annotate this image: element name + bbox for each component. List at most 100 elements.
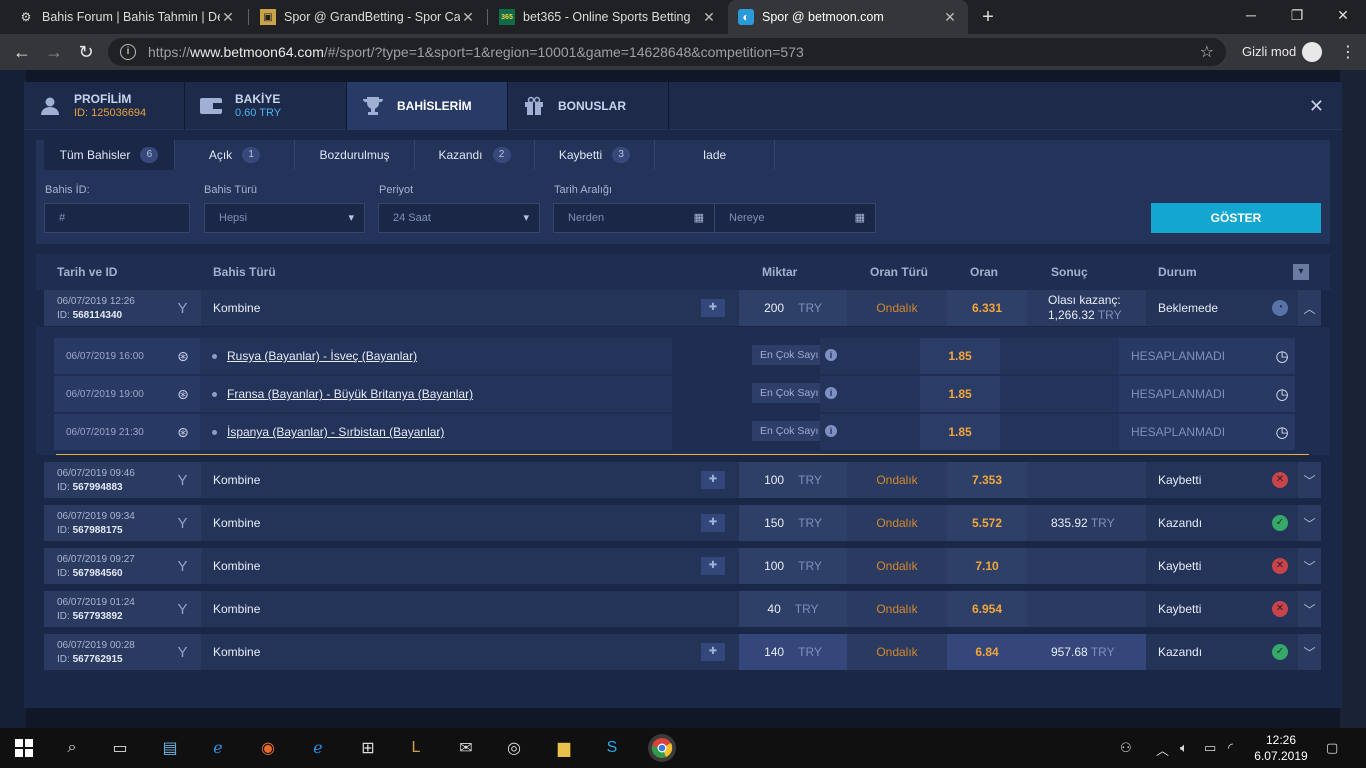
calendar-icon[interactable]: ▦ <box>855 211 865 224</box>
system-clock[interactable]: 12:26 6.07.2019 <box>1254 732 1308 764</box>
bet365-icon: 365 <box>499 9 515 25</box>
task-view-icon[interactable]: ▭ <box>108 736 132 760</box>
date-to-input[interactable]: Nereye ▦ <box>714 203 876 233</box>
my-bets-modal: PROFİLİM ID: 125036694 BAKİYE 0.60 TRY B… <box>24 82 1342 708</box>
volume-icon[interactable]: 🔈︎ <box>1180 740 1188 756</box>
close-tab-icon[interactable]: ✕ <box>701 9 717 26</box>
selection-row: 06/07/2019 16:00 ⊛ Rusya (Bayanlar) - İs… <box>54 338 1295 374</box>
show-button[interactable]: GÖSTER <box>1151 203 1321 233</box>
filter-panel: Tüm Bahisler 6 Açık 1 Bozdurulmuş Kazandı 2… <box>36 140 1330 244</box>
browser-tab-2[interactable]: ▣ Spor @ GrandBetting - Spor Canlı ✕ <box>250 0 486 34</box>
combo-bet-icon: Y <box>164 548 201 584</box>
minimize-button[interactable]: ─ <box>1228 0 1274 30</box>
bet-id-label: Bahis İD: <box>45 184 90 196</box>
gift-icon[interactable]: ✚ <box>701 643 725 661</box>
tab-my-bets[interactable]: BAHİSLERİM <box>347 82 508 130</box>
left-sidebar-strip <box>0 70 26 728</box>
app-icon[interactable]: ▤ <box>158 736 182 760</box>
tab-balance[interactable]: BAKİYE 0.60 TRY <box>185 82 347 130</box>
clock-icon: ◷ <box>1269 414 1295 450</box>
date-from-input[interactable]: Nerden ▦ <box>553 203 715 233</box>
trophy-icon <box>361 95 385 117</box>
edge-icon[interactable]: ℯ <box>306 736 330 760</box>
combo-bet-icon: Y <box>164 462 201 498</box>
chevron-down-icon[interactable]: ﹀ <box>1298 548 1321 584</box>
chevron-up-icon[interactable]: ︿ <box>1156 740 1169 759</box>
gift-icon[interactable]: ✚ <box>701 557 725 575</box>
bet-type-select[interactable]: Hepsi ▾ <box>204 203 365 233</box>
chevron-down-icon[interactable]: ﹀ <box>1298 591 1321 627</box>
table-row[interactable]: 06/07/2019 12:26 ID: 568114340 Y Kombine… <box>44 290 1321 326</box>
grandbetting-icon: ▣ <box>260 9 276 25</box>
close-tab-icon[interactable]: ✕ <box>220 9 236 26</box>
bet-id-input[interactable]: # <box>44 203 190 233</box>
subtab-open[interactable]: Açık 1 <box>175 140 295 170</box>
match-link[interactable]: İspanya (Bayanlar) - Sırbistan (Bayanlar… <box>227 425 444 439</box>
period-select[interactable]: 24 Saat ▾ <box>378 203 540 233</box>
bookmark-star-icon[interactable]: ☆ <box>1200 42 1214 62</box>
browser-menu-icon[interactable]: ⋮ <box>1340 42 1356 62</box>
table-row[interactable]: 06/07/2019 01:24 ID: 567793892 Y Kombine… <box>44 591 1321 627</box>
bets-table-header: Tarih ve ID Bahis Türü Miktar Oran Türü … <box>36 254 1330 290</box>
store-icon[interactable]: ⊞ <box>356 736 380 760</box>
close-tab-icon[interactable]: ✕ <box>460 9 476 26</box>
gift-icon[interactable]: ✚ <box>701 299 725 317</box>
notifications-icon[interactable]: ▢ <box>1326 740 1338 756</box>
table-row[interactable]: 06/07/2019 00:28 ID: 567762915 Y Kombine… <box>44 634 1321 670</box>
browser-tab-4-active[interactable]: ◐ Spor @ betmoon.com ✕ <box>728 0 968 34</box>
close-icon[interactable]: ✕ <box>1309 96 1324 117</box>
windows-start-icon[interactable] <box>12 736 36 760</box>
tab-bonuses[interactable]: BONUSLAR <box>508 82 669 130</box>
betmoon-icon: ◐ <box>738 9 754 25</box>
steam-icon[interactable]: ◎ <box>502 736 526 760</box>
clock-icon: ◷ <box>1269 376 1295 412</box>
chevron-down-icon[interactable]: ﹀ <box>1298 462 1321 498</box>
close-tab-icon[interactable]: ✕ <box>942 9 958 26</box>
new-tab-button[interactable]: + <box>978 6 998 28</box>
file-explorer-icon[interactable]: ▆ <box>552 736 576 760</box>
subtab-won[interactable]: Kazandı 2 <box>415 140 535 170</box>
info-icon[interactable]: i <box>120 44 136 60</box>
chrome-icon[interactable] <box>648 734 676 762</box>
people-icon[interactable]: ⚇ <box>1120 740 1132 756</box>
wifi-icon[interactable]: ◜ <box>1228 740 1233 756</box>
subtab-lost[interactable]: Kaybetti 3 <box>535 140 655 170</box>
search-icon[interactable]: ⌕ <box>60 736 84 760</box>
browser-tab-1[interactable]: ⚙ Bahis Forum | Bahis Tahmin | Deneme ✕ <box>8 0 246 34</box>
subtab-cashed-out[interactable]: Bozdurulmuş <box>295 140 415 170</box>
tab-profile[interactable]: PROFİLİM ID: 125036694 <box>24 82 185 130</box>
incognito-icon[interactable] <box>1302 42 1322 62</box>
internet-explorer-icon[interactable]: ℯ <box>206 736 230 760</box>
forward-button[interactable]: → <box>42 40 66 64</box>
gift-icon[interactable]: ✚ <box>701 514 725 532</box>
collapse-all-icon[interactable]: ▾ <box>1293 264 1309 280</box>
period-label: Periyot <box>379 184 414 196</box>
gift-icon[interactable]: ✚ <box>701 471 725 489</box>
maximize-button[interactable]: ❐ <box>1274 0 1320 30</box>
skype-icon[interactable]: S <box>600 736 624 760</box>
chevron-up-icon[interactable]: ︿ <box>1298 290 1321 326</box>
chevron-down-icon[interactable]: ﹀ <box>1298 634 1321 670</box>
match-link[interactable]: Rusya (Bayanlar) - İsveç (Bayanlar) <box>227 349 417 363</box>
subtab-refund[interactable]: Iade <box>655 140 775 170</box>
mail-icon[interactable]: ✉ <box>454 736 478 760</box>
browser-tab-3[interactable]: 365 bet365 - Online Sports Betting ✕ <box>489 0 727 34</box>
window-close-button[interactable]: ✕ <box>1320 0 1366 30</box>
info-icon[interactable]: i <box>825 349 837 361</box>
calendar-icon[interactable]: ▦ <box>694 211 704 224</box>
reload-button[interactable]: ↻ <box>74 40 98 64</box>
battery-icon[interactable]: ▭ <box>1204 740 1216 756</box>
info-icon[interactable]: i <box>825 387 837 399</box>
subtab-all-bets[interactable]: Tüm Bahisler 6 <box>44 140 175 170</box>
back-button[interactable]: ← <box>10 40 34 64</box>
table-row[interactable]: 06/07/2019 09:34 ID: 567988175 Y Kombine… <box>44 505 1321 541</box>
table-row[interactable]: 06/07/2019 09:27 ID: 567984560 Y Kombine… <box>44 548 1321 584</box>
basketball-icon: ⊛ <box>166 338 200 374</box>
info-icon[interactable]: i <box>825 425 837 437</box>
table-row[interactable]: 06/07/2019 09:46 ID: 567994883 Y Kombine… <box>44 462 1321 498</box>
address-bar[interactable]: i https://www.betmoon64.com/#/sport/?typ… <box>108 38 1226 66</box>
chevron-down-icon[interactable]: ﹀ <box>1298 505 1321 541</box>
league-icon[interactable]: L <box>404 736 428 760</box>
match-link[interactable]: Fransa (Bayanlar) - Büyük Britanya (Baya… <box>227 387 473 401</box>
firefox-icon[interactable]: ◉ <box>256 736 280 760</box>
